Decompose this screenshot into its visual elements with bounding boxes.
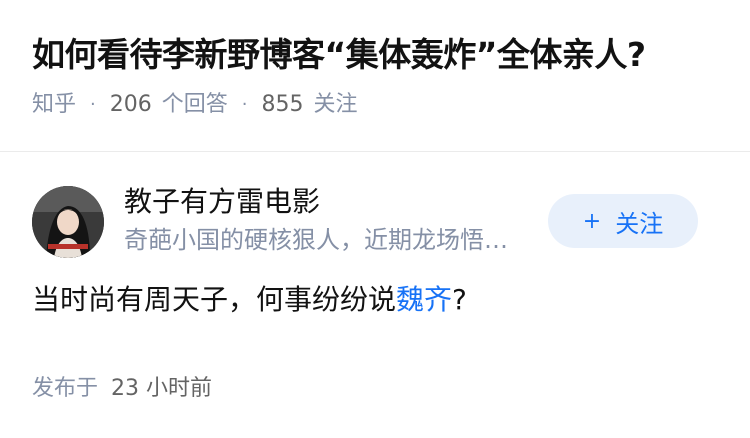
- answer-count-label: 个回答: [161, 92, 228, 117]
- author-info: 教子有方雷电影 奇葩小国的硬核狠人，近期龙场悟…: [124, 182, 544, 258]
- publish-label: 发布于: [32, 376, 99, 401]
- author-row: 教子有方雷电影 奇葩小国的硬核狠人，近期龙场悟… + 关注: [32, 182, 718, 272]
- answer-count: 206: [109, 92, 152, 117]
- separator-dot: ·: [90, 94, 96, 115]
- plus-icon: +: [582, 208, 602, 234]
- author-name[interactable]: 教子有方雷电影: [124, 182, 544, 222]
- follow-button-label: 关注: [615, 209, 664, 238]
- avatar[interactable]: [32, 186, 104, 258]
- zhihu-question-page: 如何看待李新野博客“集体轰炸”全体亲人? 知乎 · 206 个回答 · 855 …: [0, 0, 750, 438]
- source-label[interactable]: 知乎: [32, 88, 76, 122]
- answer-text-end: ?: [452, 283, 467, 316]
- answer-content[interactable]: 当时尚有周天子，何事纷纷说魏齐?: [32, 278, 718, 322]
- person-photo-avatar-icon: [32, 186, 104, 258]
- separator-dot: ·: [241, 94, 248, 115]
- answer-card: 教子有方雷电影 奇葩小国的硬核狠人，近期龙场悟… + 关注 当时尚有周天子，何事…: [0, 182, 750, 406]
- question-header: 如何看待李新野博客“集体轰炸”全体亲人? 知乎 · 206 个回答 · 855 …: [0, 0, 750, 152]
- follower-count-label: 关注: [313, 92, 358, 117]
- publish-time: 发布于 23 小时前: [32, 372, 718, 406]
- question-title[interactable]: 如何看待李新野博客“集体轰炸”全体亲人?: [32, 30, 718, 80]
- question-meta: 知乎 · 206 个回答 · 855 关注: [32, 88, 718, 122]
- follow-button[interactable]: + 关注: [548, 194, 698, 248]
- author-headline: 奇葩小国的硬核狠人，近期龙场悟…: [124, 226, 508, 254]
- follower-count: 855: [261, 92, 304, 117]
- answer-text: 当时尚有周天子，何事纷纷说: [32, 283, 397, 316]
- topic-link[interactable]: 魏齐: [396, 283, 452, 316]
- publish-time-value: 23 小时前: [111, 376, 213, 401]
